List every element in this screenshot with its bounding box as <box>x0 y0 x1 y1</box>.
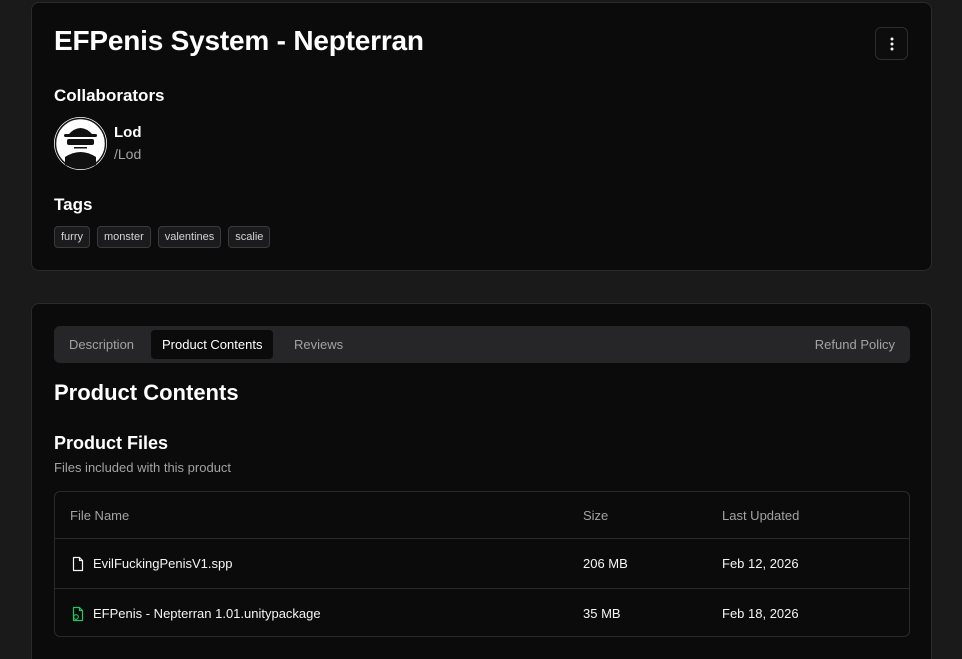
tab-description[interactable]: Description <box>58 330 145 359</box>
column-header-file-name: File Name <box>70 507 130 523</box>
tag-scalie[interactable]: scalie <box>228 226 271 248</box>
tag-valentines[interactable]: valentines <box>157 226 222 248</box>
tags-heading: Tags <box>54 195 93 214</box>
column-header-size: Size <box>583 507 609 523</box>
product-files-heading: Product Files <box>54 433 169 453</box>
avatar-image <box>54 117 107 170</box>
tab-bar: Description Product Contents Reviews Ref… <box>54 326 910 363</box>
tag-furry[interactable]: furry <box>54 226 90 248</box>
product-title: EFPenis System - Nepterran <box>54 25 424 56</box>
more-vertical-icon <box>890 37 893 50</box>
file-name: EvilFuckingPenisV1.spp <box>93 556 233 571</box>
table-row[interactable]: EvilFuckingPenisV1.spp 206 MB Feb 12, 20… <box>55 538 909 588</box>
table-row[interactable]: EFPenis - Nepterran 1.01.unitypackage 35… <box>55 588 909 636</box>
more-options-button[interactable] <box>875 27 908 60</box>
collaborator-handle[interactable]: /Lod <box>114 146 141 162</box>
product-header-card: EFPenis System - Nepterran Collaborators… <box>31 2 932 271</box>
file-name: EFPenis - Nepterran 1.01.unitypackage <box>93 606 321 621</box>
column-header-last-updated: Last Updated <box>722 507 800 523</box>
table-header-row: File Name Size Last Updated <box>55 492 909 538</box>
tab-refund-policy[interactable]: Refund Policy <box>804 330 906 359</box>
avatar[interactable] <box>54 117 107 170</box>
tag-list: furry monster valentines scalie <box>54 226 271 248</box>
file-last-updated: Feb 12, 2026 <box>722 556 799 571</box>
product-files-table: File Name Size Last Updated EvilFuckingP… <box>54 491 910 637</box>
product-contents-heading: Product Contents <box>54 380 239 405</box>
tab-product-contents[interactable]: Product Contents <box>151 330 274 359</box>
file-last-updated: Feb 18, 2026 <box>722 606 799 621</box>
collaborators-heading: Collaborators <box>54 86 165 105</box>
product-details-card: Description Product Contents Reviews Ref… <box>31 303 932 659</box>
product-files-subtitle: Files included with this product <box>54 460 232 475</box>
collaborator-name[interactable]: Lod <box>114 124 142 141</box>
unity-package-icon <box>70 606 86 622</box>
file-icon <box>70 556 86 572</box>
tag-monster[interactable]: monster <box>97 226 151 248</box>
file-size: 206 MB <box>583 556 628 571</box>
tab-reviews[interactable]: Reviews <box>283 330 354 359</box>
file-size: 35 MB <box>583 606 621 621</box>
